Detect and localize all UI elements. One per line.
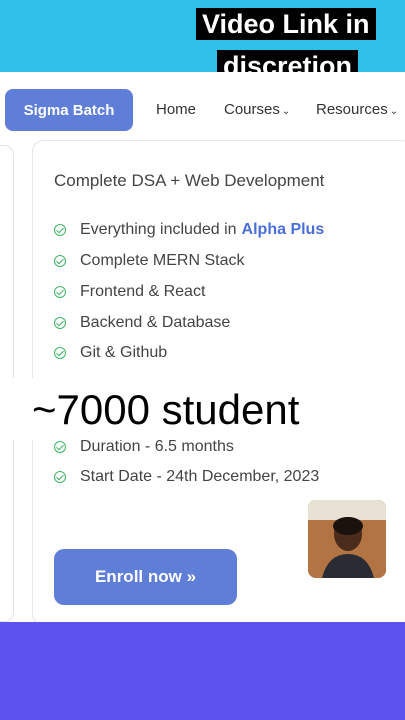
check-circle-icon xyxy=(54,255,66,267)
check-circle-icon xyxy=(54,471,66,483)
bottom-color-band xyxy=(0,622,405,720)
enroll-button[interactable]: Enroll now » xyxy=(54,549,237,605)
person-icon xyxy=(308,500,386,578)
nav-link-resources[interactable]: Resources ⌄ xyxy=(316,101,398,118)
brand-button[interactable]: Sigma Batch xyxy=(5,89,133,131)
check-circle-icon xyxy=(54,286,66,298)
feature-item: Complete MERN Stack xyxy=(54,252,245,270)
check-circle-icon xyxy=(54,347,66,359)
feature-item: Backend & Database xyxy=(54,314,230,332)
check-circle-icon xyxy=(54,317,66,329)
overlay-text: ~7000 student xyxy=(32,386,300,433)
feature-item: Start Date - 24th December, 2023 xyxy=(54,468,319,486)
caption-line-1: Video Link in xyxy=(196,8,376,40)
feature-item: Git & Github xyxy=(54,344,167,362)
nav-link-courses[interactable]: Courses ⌄ xyxy=(224,101,290,118)
feature-item: Frontend & React xyxy=(54,283,205,301)
chevron-down-icon: ⌄ xyxy=(389,106,399,117)
check-circle-icon xyxy=(54,224,66,236)
chevron-down-icon: ⌄ xyxy=(281,106,291,117)
alpha-plus-link[interactable]: Alpha Plus xyxy=(242,221,325,239)
nav-link-home[interactable]: Home xyxy=(156,101,196,118)
feature-item: Everything included in Alpha Plus xyxy=(54,221,324,239)
webcam-overlay xyxy=(308,500,386,578)
card-title: Complete DSA + Web Development xyxy=(54,171,325,190)
feature-item: Duration - 6.5 months xyxy=(54,438,234,456)
check-circle-icon xyxy=(54,441,66,453)
